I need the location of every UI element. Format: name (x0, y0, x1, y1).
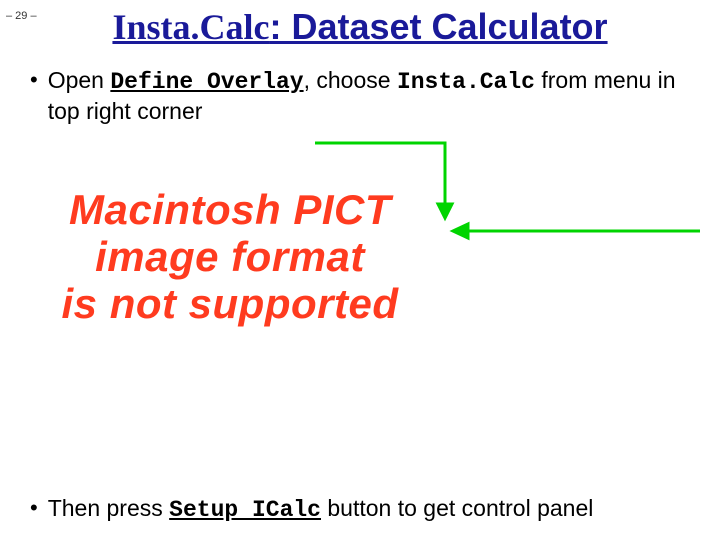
bullet2-pre: Then press (48, 495, 169, 521)
bullet-dot-icon: • (30, 497, 38, 519)
bullet1-pre: Open (48, 67, 111, 93)
page-number: – 29 – (6, 10, 37, 22)
bullet-1: • Open Define Overlay, choose Insta.Calc… (0, 66, 720, 126)
bullet-2-text: Then press Setup ICalc button to get con… (48, 494, 594, 525)
bullet2-post: button to get control panel (321, 495, 593, 521)
bullet-dot-icon: • (30, 69, 38, 91)
pict-line2: image format (40, 233, 420, 280)
title-brand: Insta.Calc (112, 7, 269, 47)
slide-title: Insta.Calc: Dataset Calculator (0, 6, 720, 48)
title-rest: : Dataset Calculator (269, 6, 607, 47)
pict-line1: Macintosh PICT (40, 186, 420, 233)
pict-line3: is not supported (40, 280, 420, 327)
instacalc-label: Insta.Calc (397, 69, 535, 95)
arrow-left-icon (453, 224, 700, 238)
bullet-2: • Then press Setup ICalc button to get c… (0, 494, 720, 525)
bullet-1-text: Open Define Overlay, choose Insta.Calc f… (48, 66, 698, 126)
pict-unsupported-msg: Macintosh PICT image format is not suppo… (40, 186, 420, 327)
bullet1-mid: , choose (304, 67, 397, 93)
define-overlay-label: Define Overlay (110, 69, 303, 95)
setup-icalc-label: Setup ICalc (169, 497, 321, 523)
